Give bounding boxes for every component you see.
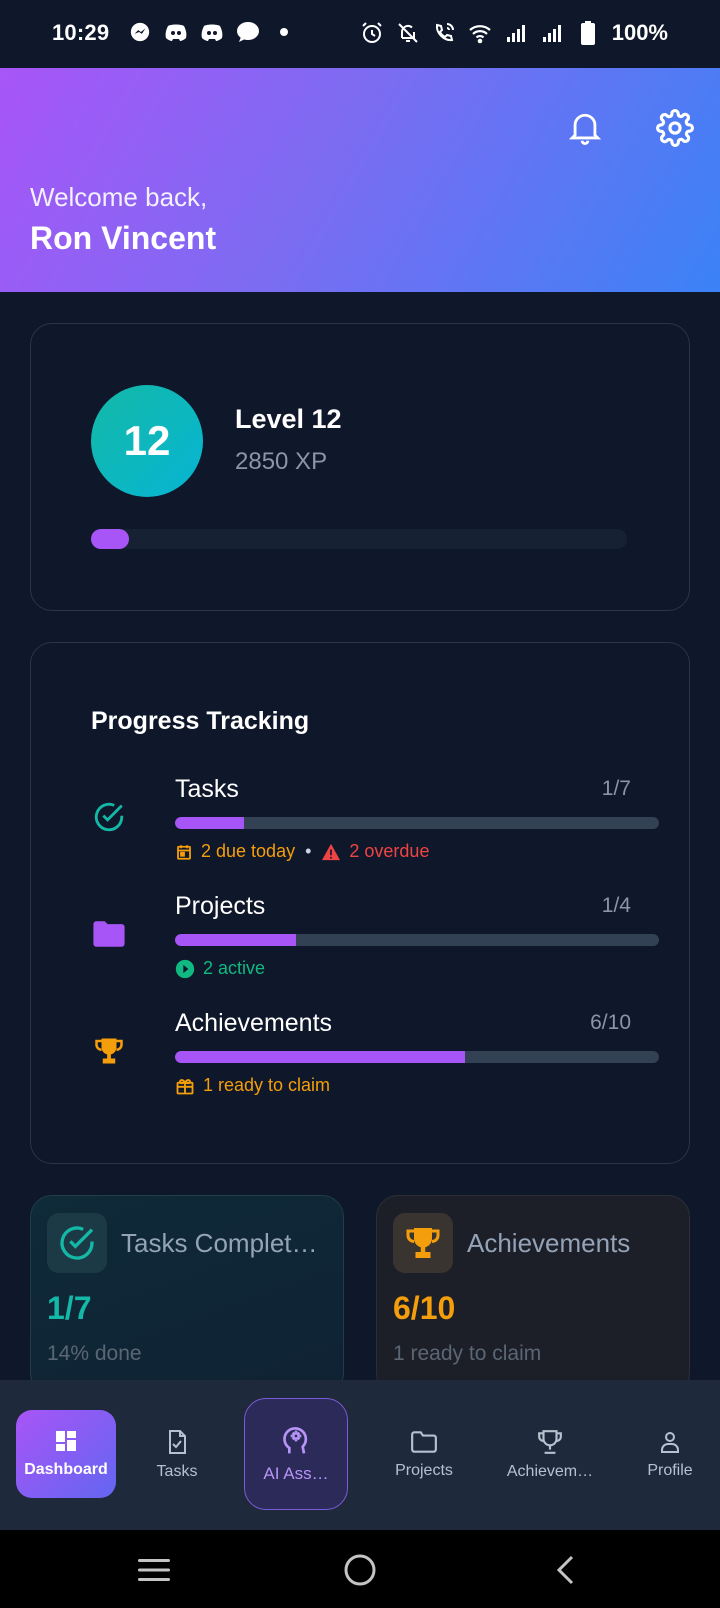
dot-icon [272, 20, 296, 44]
progress-count: 1/7 [601, 777, 631, 800]
signal-icon [540, 21, 564, 45]
bell-icon [568, 113, 602, 145]
calendar-icon [177, 844, 191, 860]
progress-row-achievements[interactable]: Achievements 6/10 1 ready to claim [91, 1009, 659, 1119]
progress-bar [175, 934, 659, 946]
task-icon [169, 1430, 186, 1454]
level-badge: 12 [91, 385, 203, 497]
status-system-icons: 100% [360, 20, 668, 46]
progress-fill [175, 934, 296, 946]
notifications-button[interactable] [561, 104, 609, 152]
stat-title: Achievements [467, 1228, 631, 1258]
nav-profile[interactable]: Profile [636, 1380, 704, 1530]
tasks-completed-card[interactable]: Tasks Complet… 1/7 14% done [30, 1195, 344, 1395]
achievements-card[interactable]: Achievements 6/10 1 ready to claim [376, 1195, 690, 1395]
stat-title: Tasks Complet… [121, 1228, 318, 1258]
alarm-icon [360, 21, 384, 45]
stat-value: 1/7 [47, 1290, 92, 1326]
settings-button[interactable] [651, 104, 699, 152]
menu-icon [138, 1559, 170, 1581]
trophy-icon [538, 1430, 562, 1454]
progress-bar [175, 1051, 659, 1063]
progress-count: 6/10 [590, 1011, 631, 1034]
active-projects-text: 2 active [203, 958, 266, 978]
discord-icon [164, 20, 188, 44]
welcome-header: Welcome back, Ron Vincent [0, 68, 720, 292]
progress-fill [175, 1051, 466, 1063]
wifi-icon [468, 21, 492, 45]
nav-label: AI Ass… [263, 1464, 329, 1483]
person-icon [661, 1432, 679, 1453]
home-circle-icon [344, 1554, 376, 1586]
progress-label: Achievements [175, 1009, 333, 1037]
progress-substatus: 2 due today • 2 overdue [175, 841, 429, 862]
level-card[interactable]: 12 Level 12 2850 XP [30, 323, 690, 611]
nav-label: Profile [647, 1462, 693, 1479]
stat-subtitle: 1 ready to claim [393, 1342, 542, 1365]
progress-row-projects[interactable]: Projects 1/4 2 active [91, 892, 659, 1002]
nav-tasks[interactable]: Tasks [146, 1380, 208, 1530]
nav-label: Tasks [156, 1463, 198, 1480]
welcome-text: Welcome back, [30, 182, 208, 212]
ready-to-claim-text: 1 ready to claim [203, 1075, 331, 1095]
nav-label: Dashboard [24, 1461, 108, 1478]
status-time: 10:29 [52, 20, 110, 45]
folder-icon [91, 916, 127, 952]
ai-brain-icon [283, 1427, 308, 1454]
battery-icon [576, 21, 600, 45]
stat-subtitle: 14% done [47, 1342, 142, 1365]
gear-icon [656, 109, 694, 147]
check-circle-icon [47, 1213, 107, 1273]
back-button[interactable] [544, 1548, 588, 1592]
xp-total: 2850 XP [235, 448, 328, 475]
nav-label: Achievem… [506, 1463, 594, 1480]
nav-ai-assistant[interactable]: AI Ass… [244, 1398, 348, 1510]
folder-icon [411, 1431, 437, 1453]
messenger-icon [128, 20, 152, 44]
overdue-text: 2 overdue [349, 841, 430, 861]
system-navigation-bar [0, 1530, 720, 1608]
discord-icon [200, 20, 224, 44]
progress-substatus: 1 ready to claim [175, 1075, 330, 1096]
progress-bar [175, 817, 659, 829]
nav-dashboard[interactable]: Dashboard [16, 1410, 116, 1498]
gift-icon [176, 1078, 194, 1094]
progress-count: 1/4 [601, 894, 631, 917]
level-title: Level 12 [235, 404, 342, 434]
stat-value: 6/10 [393, 1290, 456, 1326]
nav-achievements[interactable]: Achievem… [500, 1380, 600, 1530]
trophy-icon [91, 1033, 127, 1069]
bell-off-icon [396, 21, 420, 45]
progress-label: Tasks [175, 775, 239, 803]
status-notification-icons [128, 20, 296, 44]
bottom-navigation: Dashboard Tasks AI Ass… Projects Achieve… [0, 1380, 720, 1530]
user-name: Ron Vincent [30, 220, 217, 256]
progress-fill [175, 817, 245, 829]
home-button[interactable] [338, 1548, 382, 1592]
warning-icon [322, 843, 341, 860]
progress-substatus: 2 active [175, 958, 265, 979]
wifi-call-icon [432, 21, 456, 45]
check-circle-icon [91, 799, 127, 835]
recent-apps-button[interactable] [132, 1548, 176, 1592]
progress-tracking-title: Progress Tracking [91, 707, 310, 735]
progress-tracking-card: Progress Tracking Tasks 1/7 2 due today … [30, 642, 690, 1164]
xp-progress-fill [91, 529, 129, 549]
back-chevron-icon [556, 1555, 574, 1585]
grid-icon [56, 1431, 76, 1451]
separator-dot: • [305, 841, 312, 861]
status-bar: 10:29 100% [0, 0, 720, 68]
nav-projects[interactable]: Projects [384, 1380, 464, 1530]
trophy-icon [393, 1213, 453, 1273]
nav-label: Projects [395, 1462, 453, 1479]
xp-progress-bar [91, 529, 627, 549]
progress-row-tasks[interactable]: Tasks 1/7 2 due today • 2 overdue [91, 775, 659, 885]
play-circle-icon [175, 959, 195, 978]
progress-label: Projects [175, 892, 266, 920]
battery-percent: 100% [611, 20, 668, 45]
signal-icon [504, 21, 528, 45]
chat-bubble-icon [236, 20, 260, 44]
due-today-text: 2 due today [201, 841, 296, 861]
